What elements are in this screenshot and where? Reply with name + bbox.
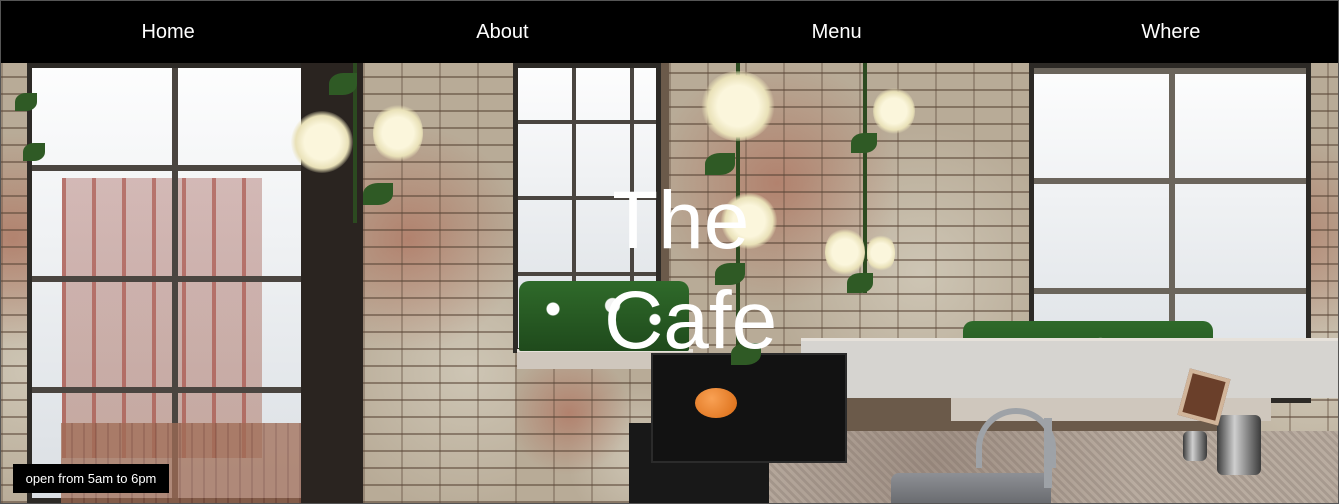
top-navigation: Home About Menu Where (1, 1, 1338, 63)
jar (1183, 431, 1207, 461)
leaf-4 (23, 143, 45, 161)
nav-link-where[interactable]: Where (1004, 1, 1338, 63)
kitchen-backsplash (801, 338, 1338, 398)
faucet-neck (1044, 418, 1052, 488)
coffee-press (1217, 415, 1261, 475)
nav-link-menu[interactable]: Menu (670, 1, 1004, 63)
hero-title-line-2: Cafe (604, 275, 778, 366)
orange-fruit (695, 388, 737, 418)
flower-hanging-1 (291, 111, 353, 173)
flower-hanging-2 (373, 103, 423, 163)
nav-link-home[interactable]: Home (1, 1, 335, 63)
flower-hanging-5 (873, 87, 915, 135)
opening-hours-badge: open from 5am to 6pm (13, 464, 169, 493)
leaf-3 (15, 93, 37, 111)
hero-title: The Cafe (604, 171, 834, 371)
flower-hanging-7 (867, 233, 895, 273)
hero-image: The Cafe (1, 63, 1338, 503)
cafe-page: Home About Menu Where The Cafe open from… (0, 0, 1339, 504)
leaf-8 (851, 133, 877, 153)
leaf-9 (847, 273, 873, 293)
nav-link-about[interactable]: About (335, 1, 669, 63)
flower-hanging-3 (701, 71, 775, 141)
leaf-1 (329, 73, 357, 95)
hero-title-line-1: The (608, 175, 750, 266)
leaf-2 (363, 183, 393, 205)
sink-basin (891, 473, 1051, 503)
